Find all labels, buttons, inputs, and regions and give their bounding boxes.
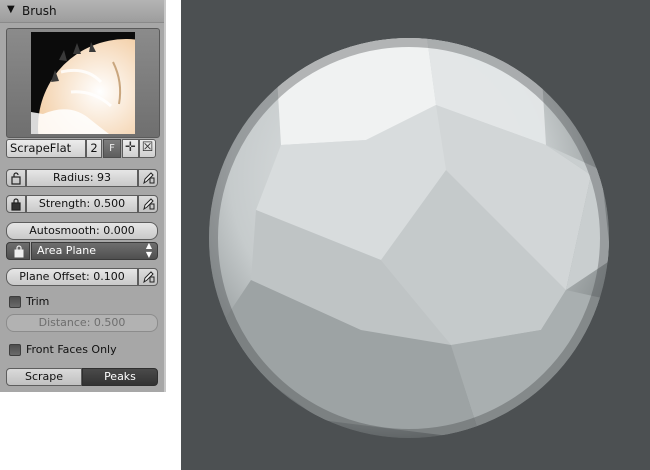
- distance-slider[interactable]: Distance: 0.500: [6, 314, 158, 332]
- direction-toggle: Scrape Peaks: [6, 368, 158, 386]
- radius-slider[interactable]: Radius: 93: [26, 169, 138, 187]
- pen-pressure-icon[interactable]: [138, 195, 158, 213]
- plus-icon[interactable]: ✛: [122, 139, 139, 158]
- panel-title: Brush: [22, 4, 57, 18]
- lock-icon[interactable]: [6, 242, 30, 260]
- radius-row: Radius: 93: [6, 169, 158, 187]
- lock-icon[interactable]: [6, 195, 26, 213]
- trim-label: Trim: [26, 295, 50, 308]
- triangle-down-icon[interactable]: ▼: [7, 4, 15, 15]
- pen-pressure-icon[interactable]: [138, 268, 158, 286]
- brush-preview-image: [31, 32, 135, 134]
- sphere-facets: [209, 38, 609, 438]
- brush-panel: ▼ Brush ScrapeFlat 2 F ✛ ☒ Radius: 93 St…: [0, 0, 166, 392]
- strength-row: Strength: 0.500: [6, 195, 158, 213]
- front-faces-checkbox[interactable]: [9, 344, 21, 356]
- area-plane-row: Area Plane ▲ ▼: [6, 241, 158, 260]
- fake-user-button[interactable]: F: [103, 139, 121, 158]
- x-icon[interactable]: ☒: [139, 139, 156, 158]
- pen-pressure-icon[interactable]: [138, 169, 158, 187]
- plane-offset-slider[interactable]: Plane Offset: 0.100: [6, 268, 138, 286]
- plane-offset-row: Plane Offset: 0.100: [6, 268, 158, 286]
- brush-users-count[interactable]: 2: [86, 139, 102, 158]
- front-faces-label: Front Faces Only: [26, 343, 117, 356]
- scrape-button[interactable]: Scrape: [6, 368, 82, 386]
- brush-panel-header[interactable]: ▼ Brush: [0, 0, 164, 23]
- strength-slider[interactable]: Strength: 0.500: [26, 195, 138, 213]
- peaks-button[interactable]: Peaks: [82, 368, 158, 386]
- brush-name-field[interactable]: ScrapeFlat: [6, 139, 86, 158]
- up-down-arrows-icon: ▲ ▼: [145, 241, 152, 259]
- 3d-viewport[interactable]: [181, 0, 650, 470]
- area-plane-value: Area Plane: [37, 244, 96, 257]
- brush-preview[interactable]: [6, 28, 160, 138]
- trim-checkbox[interactable]: [9, 296, 21, 308]
- autosmooth-slider[interactable]: Autosmooth: 0.000: [6, 222, 158, 240]
- sculpted-sphere: [209, 38, 609, 438]
- lock-icon[interactable]: [6, 169, 26, 187]
- autosmooth-row: Autosmooth: 0.000: [6, 222, 158, 240]
- area-plane-dropdown[interactable]: Area Plane ▲ ▼: [31, 241, 158, 260]
